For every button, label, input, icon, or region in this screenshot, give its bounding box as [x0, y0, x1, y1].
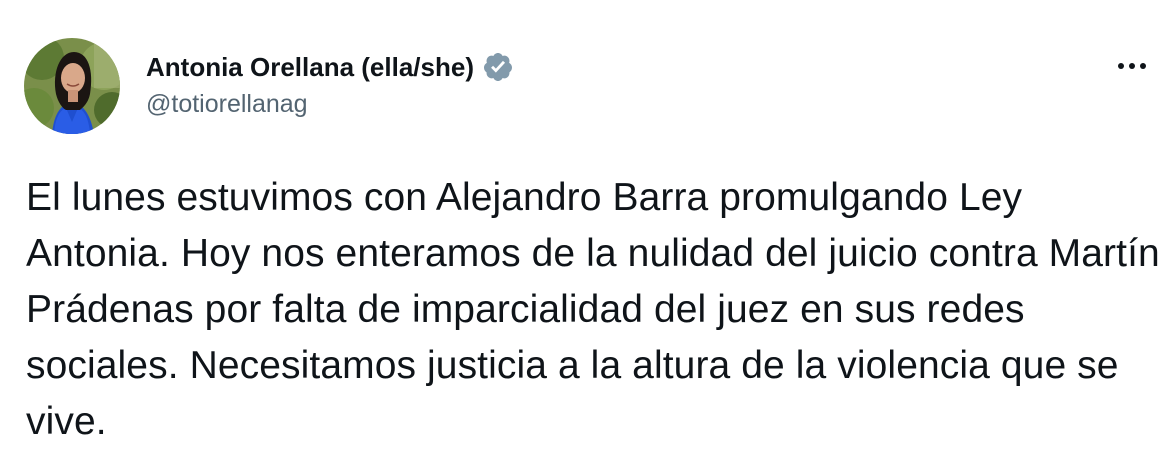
author-handle[interactable]: @totiorellanag: [146, 90, 514, 119]
author-info: Antonia Orellana (ella/she) @totiorellan…: [146, 48, 514, 119]
avatar-photo: [24, 38, 120, 134]
tweet-card: Antonia Orellana (ella/she) @totiorellan…: [0, 0, 1174, 460]
name-row: Antonia Orellana (ella/she): [146, 48, 514, 86]
more-options-button[interactable]: [1112, 48, 1152, 84]
more-horizontal-icon: [1118, 63, 1146, 69]
author-avatar[interactable]: [24, 38, 120, 134]
author-display-name[interactable]: Antonia Orellana (ella/she): [146, 52, 474, 83]
tweet-body-text: El lunes estuvimos con Alejandro Barra p…: [26, 176, 1171, 443]
verified-badge-icon: [482, 51, 514, 83]
